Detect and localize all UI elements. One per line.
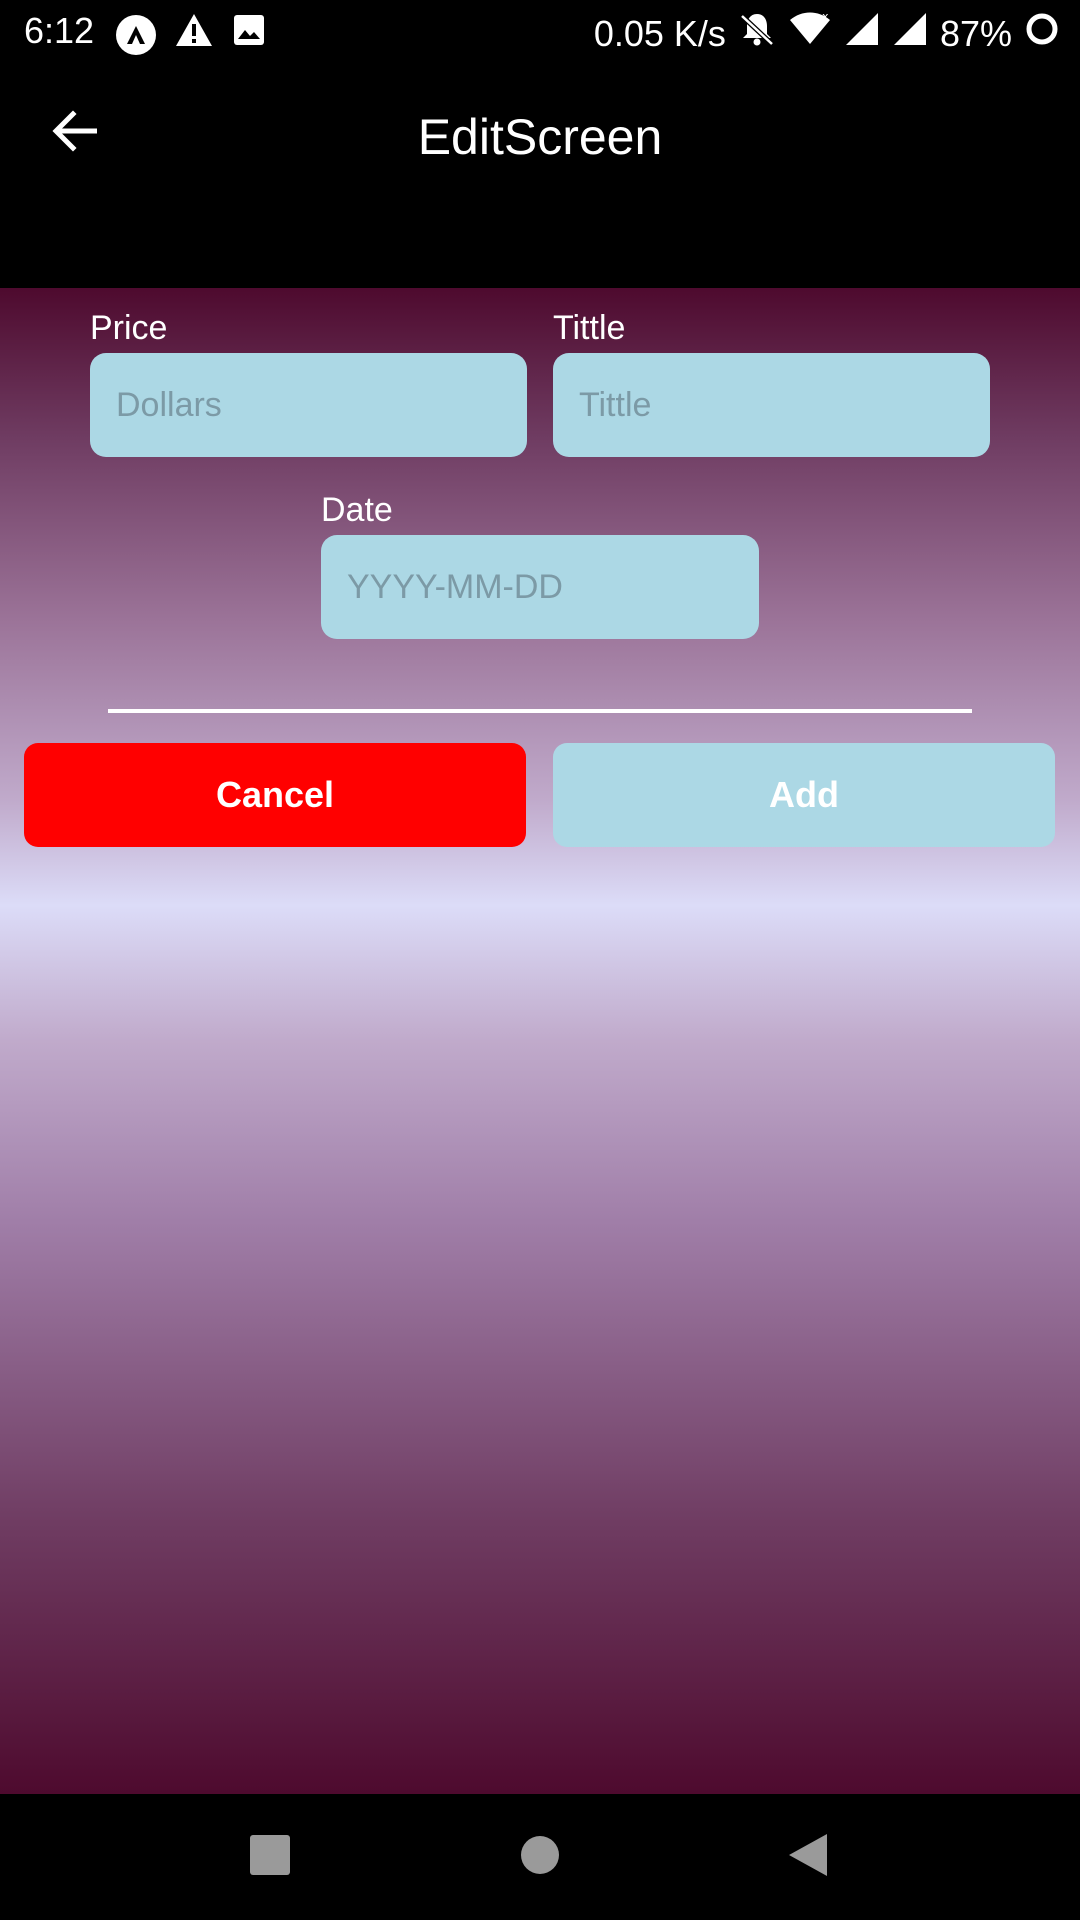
svg-text:x: x [822, 10, 829, 23]
network-speed: 0.05 K/s [593, 12, 726, 54]
date-label: Date [321, 491, 393, 529]
status-bar: 6:12 0.05 K/s x 87% [0, 0, 1080, 64]
screen: 6:12 0.05 K/s x 87% EditScreen Price Dol… [0, 0, 1080, 1920]
recents-button[interactable] [237, 1824, 303, 1890]
battery-percent: 87% [939, 12, 1012, 54]
edit-form: Price Tittle Date Cancel Add [0, 288, 1080, 1794]
date-input[interactable] [321, 535, 759, 639]
image-icon [232, 13, 266, 56]
recents-square-icon [249, 1834, 291, 1881]
signal-icon [892, 11, 928, 56]
price-input[interactable] [90, 353, 527, 457]
add-button[interactable]: Add [553, 743, 1055, 847]
home-circle-icon [519, 1834, 561, 1881]
status-time: 6:12 [24, 10, 95, 51]
battery-ring-icon [1024, 11, 1060, 56]
status-system-icons: 0.05 K/s x 87% [594, 10, 1060, 57]
title-label: Tittle [553, 309, 626, 347]
back-triangle-icon [787, 1832, 829, 1883]
status-notification-icons [116, 12, 266, 57]
bell-off-icon [738, 10, 776, 57]
signal-icon [844, 11, 880, 56]
wifi-icon: x [788, 10, 832, 57]
page-title: EditScreen [417, 109, 663, 165]
home-button[interactable] [507, 1824, 573, 1890]
app-bar: EditScreen [0, 64, 1080, 288]
title-input[interactable] [553, 353, 990, 457]
system-nav-bar [0, 1794, 1080, 1920]
back-nav-button[interactable] [775, 1824, 841, 1890]
divider [108, 709, 972, 713]
price-label: Price [90, 309, 168, 347]
cancel-button[interactable]: Cancel [24, 743, 526, 847]
warning-icon [174, 12, 214, 57]
app-a-icon [116, 14, 156, 55]
